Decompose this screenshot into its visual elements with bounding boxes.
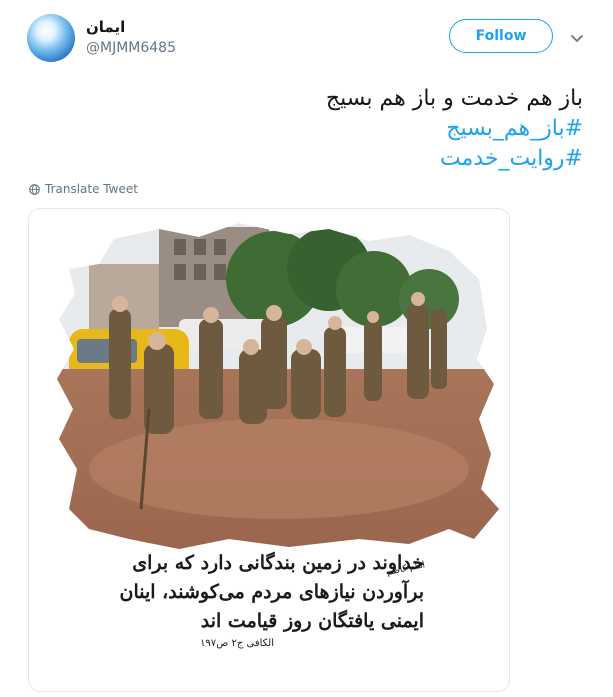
caption-source: الکافی ج۲ ص۱۹۷ bbox=[200, 638, 274, 649]
caption-line: ایمنی یافتگان روز قیامت اند bbox=[200, 610, 424, 632]
display-name[interactable]: ایمان bbox=[86, 18, 125, 36]
tweet-text: باز هم خدمت و باز هم بسیج #باز_هم_بسیج #… bbox=[43, 84, 583, 174]
translate-label: Translate Tweet bbox=[45, 182, 138, 196]
caption-line: خداوند در زمین بندگانی دارد که برای bbox=[132, 552, 424, 574]
hashtag-link[interactable]: #روایت_خدمت bbox=[43, 144, 583, 174]
tweet-header: ایمان @MJMM6485 Follow bbox=[0, 0, 613, 80]
hashtag-link[interactable]: #باز_هم_بسیج bbox=[43, 114, 583, 144]
chevron-down-icon[interactable] bbox=[569, 30, 585, 46]
image-caption: خداوند در زمین بندگانی دارد که برای برآو… bbox=[119, 549, 424, 649]
user-handle[interactable]: @MJMM6485 bbox=[86, 40, 176, 56]
follow-button[interactable]: Follow bbox=[449, 19, 553, 53]
tweet-image[interactable]: امام کاظم خداوند در زمین بندگانی دارد که… bbox=[28, 208, 510, 692]
caption-line: برآوردن نیازهای مردم می‌کوشند، اینان bbox=[119, 581, 424, 603]
translate-tweet-link[interactable]: Translate Tweet bbox=[29, 182, 138, 196]
globe-icon bbox=[29, 183, 40, 195]
tweet-text-line: باز هم خدمت و باز هم بسیج bbox=[325, 86, 583, 111]
avatar[interactable] bbox=[27, 14, 75, 62]
